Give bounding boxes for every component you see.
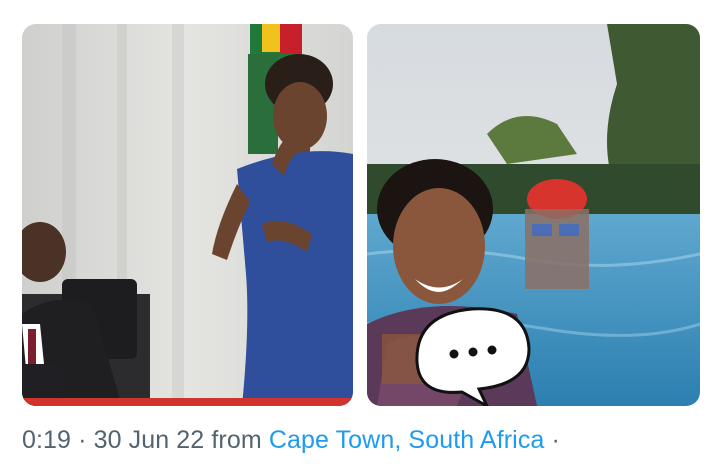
tweet-date[interactable]: 30 Jun 22 — [94, 426, 205, 454]
tweet-meta: 0:19 · 30 Jun 22 from Cape Town, South A… — [22, 426, 560, 455]
tweet-photo-left[interactable] — [22, 24, 353, 406]
photo-sign-language-interpreter — [22, 24, 353, 406]
meta-separator: · — [71, 426, 94, 454]
tweet-time[interactable]: 0:19 — [22, 426, 71, 454]
photo-selfie-pool — [367, 24, 700, 406]
meta-trailing-separator: · — [544, 426, 560, 454]
tweet-media-grid — [22, 24, 700, 406]
from-prefix: from — [204, 426, 269, 454]
tweet-photo-right[interactable] — [367, 24, 700, 406]
tweet-location-link[interactable]: Cape Town, South Africa — [269, 426, 545, 454]
